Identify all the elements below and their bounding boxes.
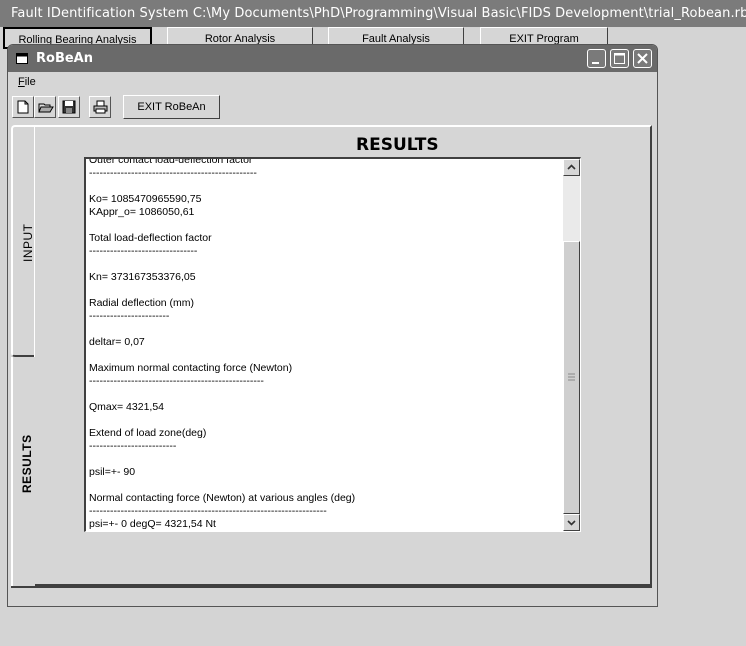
close-button[interactable]: [633, 49, 652, 68]
maximize-button[interactable]: [610, 49, 629, 68]
results-line: [89, 258, 559, 271]
results-line: psi=+- 0 degQ= 4321,54 Nt: [89, 518, 216, 530]
results-textarea[interactable]: Outer contact load-deflection factor ----…: [84, 157, 581, 532]
child-title-bar[interactable]: RoBeAn: [8, 45, 657, 72]
results-line: [89, 453, 559, 466]
results-line: -------------------------------: [89, 245, 198, 257]
menu-file-label: ile: [24, 76, 36, 88]
results-line: ----------------------------------------…: [89, 167, 257, 179]
results-line: Radial deflection (mm): [89, 297, 195, 309]
child-window-title: RoBeAn: [36, 51, 93, 66]
chevron-down-icon: [567, 520, 576, 526]
open-folder-icon: [38, 103, 54, 113]
results-line: [89, 479, 559, 492]
open-file-button[interactable]: [34, 96, 56, 118]
scroll-up-button[interactable]: [563, 159, 580, 176]
panel-bottom-edge: [11, 586, 652, 588]
maximize-icon: [614, 53, 625, 64]
results-line: -----------------------: [89, 310, 170, 322]
minimize-icon: [592, 62, 599, 64]
scroll-thumb[interactable]: [563, 241, 580, 514]
save-disk-icon: [62, 100, 76, 114]
results-content: Outer contact load-deflection factor ----…: [89, 157, 559, 532]
minimize-button[interactable]: [587, 49, 606, 68]
menu-file[interactable]: File: [18, 76, 36, 88]
results-line: deltar= 0,07: [89, 336, 145, 348]
results-line: psil=+- 90: [89, 466, 136, 478]
results-line: Extend of load zone(deg): [89, 427, 207, 439]
robean-window: RoBeAn File EXIT RoBeAn INPUT RESULTS RE…: [7, 44, 658, 607]
new-file-icon: [17, 100, 29, 114]
results-line: [89, 323, 559, 336]
results-line: [89, 388, 559, 401]
app-window-icon: [16, 53, 28, 64]
chevron-up-icon: [567, 164, 576, 170]
results-line: [89, 284, 559, 297]
results-line: ----------------------------------------…: [89, 505, 327, 517]
results-line: [89, 414, 559, 427]
parent-title-bar[interactable]: Fault IDentification System C:\My Docume…: [0, 0, 746, 27]
results-line: Outer contact load-deflection factor: [89, 157, 253, 166]
save-button[interactable]: [58, 96, 80, 118]
results-heading: RESULTS: [356, 135, 439, 155]
grip-icon: [568, 373, 575, 381]
tab-input[interactable]: INPUT: [11, 125, 35, 357]
results-line: [89, 180, 559, 193]
results-line: [89, 349, 559, 362]
results-line: KAppr_o= 1086050,61: [89, 206, 195, 218]
tab-input-label: INPUT: [21, 223, 35, 263]
print-icon: [93, 100, 108, 114]
results-line: Total load-deflection factor: [89, 232, 212, 244]
exit-robean-button[interactable]: EXIT RoBeAn: [123, 95, 220, 119]
close-icon: [637, 53, 648, 64]
vertical-scrollbar[interactable]: [563, 159, 580, 531]
print-button[interactable]: [89, 96, 111, 118]
results-line: Qmax= 4321,54: [89, 401, 165, 413]
results-line: psi=+- 40 degQ= 2897,47 Nt: [89, 531, 559, 532]
results-line: Ko= 1085470965590,75: [89, 193, 202, 205]
tab-results[interactable]: RESULTS: [11, 357, 35, 586]
results-line: ----------------------------------------…: [89, 375, 264, 387]
tab-results-label: RESULTS: [20, 434, 34, 493]
results-line: -------------------------: [89, 440, 177, 452]
parent-window-title: Fault IDentification System C:\My Docume…: [11, 6, 746, 21]
results-line: [89, 219, 559, 232]
results-line: Kn= 373167353376,05: [89, 271, 196, 283]
menu-file-mnemonic: F: [18, 76, 25, 88]
new-file-button[interactable]: [12, 96, 34, 118]
scroll-down-button[interactable]: [563, 514, 580, 531]
results-line: Normal contacting force (Newton) at vari…: [89, 492, 356, 504]
results-line: Maximum normal contacting force (Newton): [89, 362, 293, 374]
